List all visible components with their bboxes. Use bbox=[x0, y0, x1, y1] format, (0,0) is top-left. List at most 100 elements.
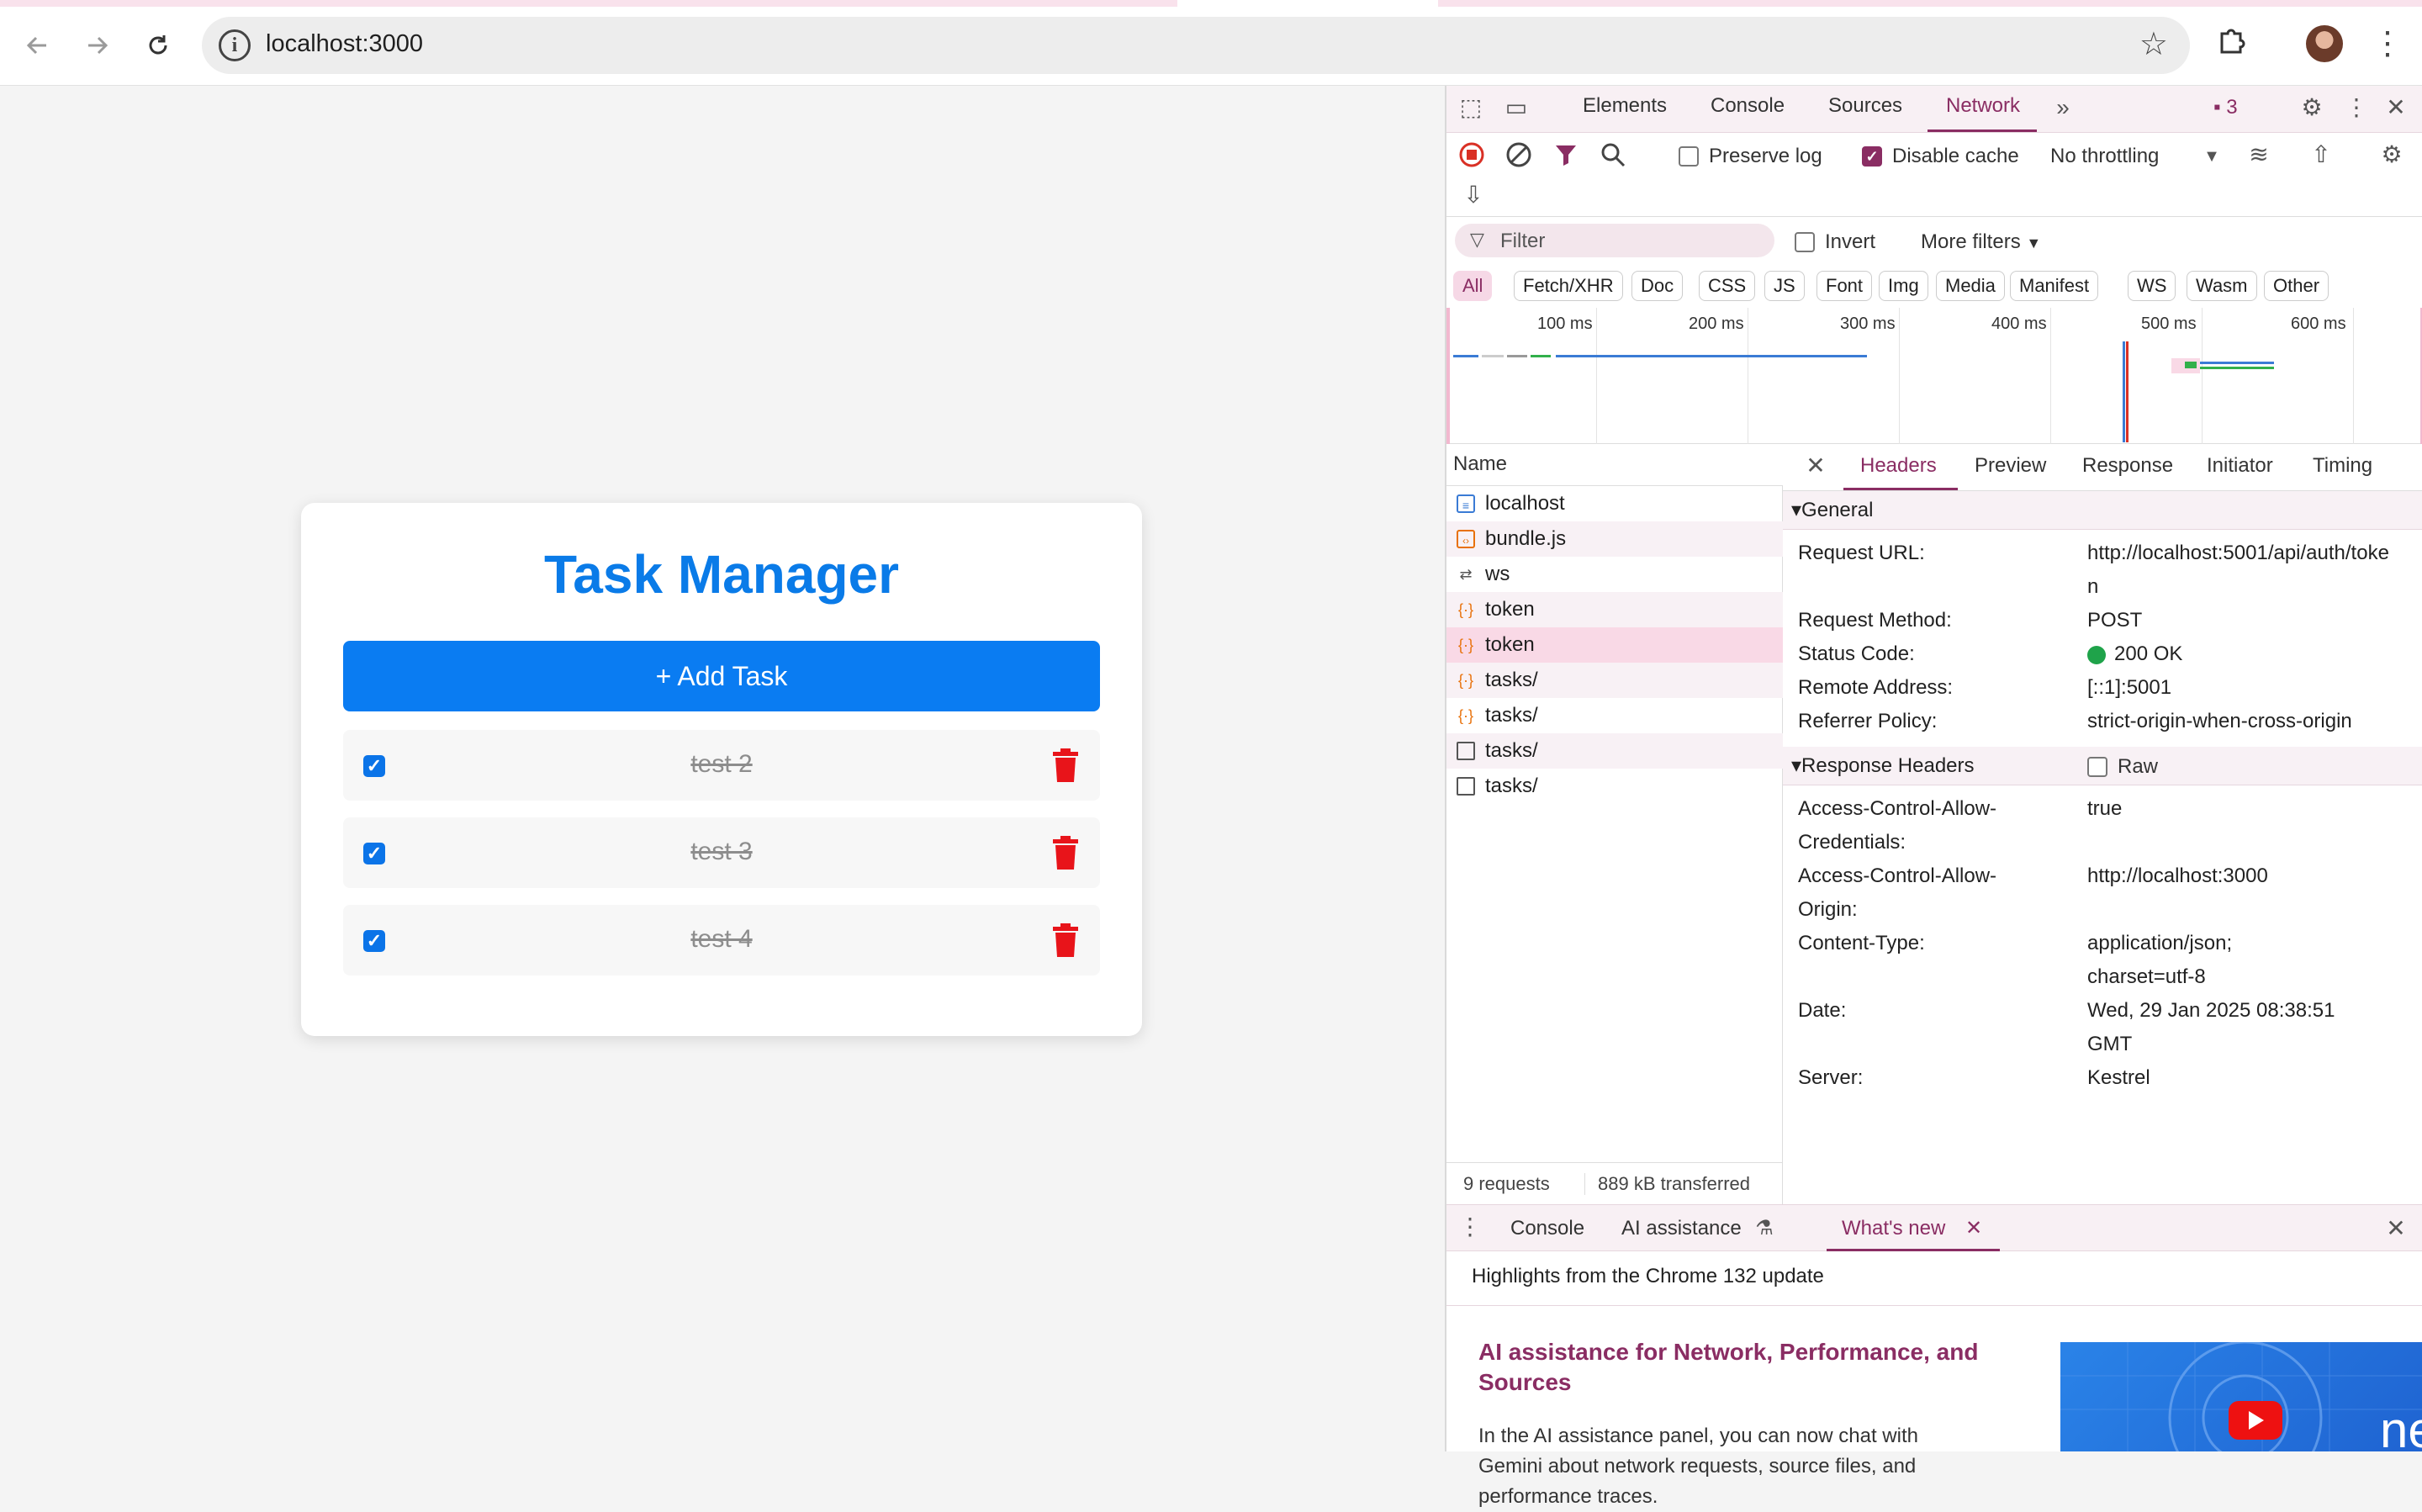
drawer-menu-icon[interactable]: ⋮ bbox=[1458, 1213, 1482, 1240]
tab-elements[interactable]: Elements bbox=[1583, 94, 1667, 118]
type-filter-manifest[interactable]: Manifest bbox=[2010, 271, 2099, 301]
tab-response[interactable]: Response bbox=[2082, 454, 2173, 478]
chevron-down-icon[interactable]: ▼ bbox=[2202, 143, 2222, 170]
site-info-icon[interactable]: i bbox=[219, 29, 251, 61]
tab-timing[interactable]: Timing bbox=[2313, 454, 2372, 478]
header-value: strict-origin-when-cross-origin bbox=[2087, 710, 2352, 732]
type-filter-media[interactable]: Media bbox=[1936, 271, 2005, 301]
disable-cache-checkbox[interactable]: ✓ bbox=[1862, 146, 1882, 167]
raw-checkbox[interactable] bbox=[2087, 757, 2107, 777]
timeline-range-handle-left[interactable] bbox=[1446, 308, 1450, 444]
tab-headers[interactable]: Headers bbox=[1860, 454, 1937, 478]
name-column-header[interactable]: Name bbox=[1453, 452, 1507, 476]
trash-icon[interactable] bbox=[1051, 923, 1080, 957]
type-filter-css[interactable]: CSS bbox=[1699, 271, 1756, 301]
close-devtools-icon[interactable]: ✕ bbox=[2382, 94, 2410, 121]
timeline-bar bbox=[2200, 362, 2274, 364]
type-filter-other[interactable]: Other bbox=[2264, 271, 2329, 301]
timeline-tick-label: 200 ms bbox=[1689, 315, 1744, 333]
address-bar[interactable]: i localhost:3000 ☆ bbox=[202, 17, 2190, 74]
network-summary: 9 requests 889 kB transferred bbox=[1446, 1162, 1783, 1204]
promo-title[interactable]: AI assistance for Network, Performance, … bbox=[1478, 1337, 1983, 1398]
header-key: Access-Control-Allow- bbox=[1798, 797, 1997, 820]
request-row[interactable]: {·} tasks/ bbox=[1446, 698, 1783, 733]
request-row[interactable]: ⇄ ws bbox=[1446, 557, 1783, 592]
drawer-tab-whats-new[interactable]: What's new bbox=[1842, 1217, 1945, 1240]
request-row[interactable]: ≡ localhost bbox=[1446, 486, 1783, 521]
invert-checkbox[interactable] bbox=[1795, 232, 1815, 252]
browser-menu-icon[interactable]: ⋮ bbox=[2372, 25, 2403, 62]
reload-button[interactable] bbox=[136, 24, 180, 67]
devtools-menu-icon[interactable]: ⋮ bbox=[2345, 94, 2368, 121]
request-row[interactable]: {·} tasks/ bbox=[1446, 663, 1783, 698]
promo-video-thumbnail[interactable]: ne bbox=[2060, 1342, 2422, 1451]
header-key: Server: bbox=[1798, 1066, 1864, 1089]
device-toolbar-icon[interactable]: ▭ bbox=[1502, 94, 1531, 121]
tab-network[interactable]: Network bbox=[1946, 94, 2020, 118]
preserve-log-checkbox[interactable] bbox=[1679, 146, 1699, 167]
thumbnail-text: ne bbox=[2380, 1402, 2422, 1451]
request-row-selected[interactable]: {·} token bbox=[1446, 627, 1783, 663]
tab-initiator[interactable]: Initiator bbox=[2207, 454, 2273, 478]
task-row: ✓ test 4 bbox=[343, 905, 1100, 975]
network-conditions-wifi-icon[interactable]: ≋ bbox=[2244, 141, 2274, 168]
request-row[interactable]: tasks/ bbox=[1446, 769, 1783, 804]
network-overview-timeline[interactable]: 100 ms 200 ms 300 ms 400 ms 500 ms 600 m… bbox=[1446, 308, 2422, 444]
import-har-icon[interactable]: ⇧ bbox=[2306, 141, 2336, 168]
request-row[interactable]: tasks/ bbox=[1446, 733, 1783, 769]
drawer-tab-ai-assistance[interactable]: AI assistance bbox=[1621, 1217, 1742, 1240]
header-value: POST bbox=[2087, 609, 2143, 632]
request-row[interactable]: ‹› bundle.js bbox=[1446, 521, 1783, 557]
general-section-header[interactable]: ▾General bbox=[1783, 491, 2422, 530]
type-filter-fetch-xhr[interactable]: Fetch/XHR bbox=[1514, 271, 1623, 301]
record-stop-icon[interactable] bbox=[1458, 141, 1485, 168]
general-title: General bbox=[1801, 499, 1874, 521]
type-filter-wasm[interactable]: Wasm bbox=[2187, 271, 2257, 301]
response-headers-title: Response Headers bbox=[1801, 754, 1975, 777]
request-row[interactable]: {·} token bbox=[1446, 592, 1783, 627]
settings-gear-icon[interactable]: ⚙ bbox=[2298, 94, 2326, 121]
type-filter-img[interactable]: Img bbox=[1879, 271, 1928, 301]
clear-icon[interactable] bbox=[1505, 141, 1532, 168]
triangle-down-icon: ▾ bbox=[1791, 754, 1802, 777]
tab-console[interactable]: Console bbox=[1711, 94, 1785, 118]
filter-funnel-icon[interactable] bbox=[1552, 141, 1579, 168]
request-name: tasks/ bbox=[1485, 775, 1538, 797]
network-settings-gear-icon[interactable]: ⚙ bbox=[2377, 141, 2407, 168]
trash-icon[interactable] bbox=[1051, 748, 1080, 782]
more-tabs-chevron-icon[interactable]: » bbox=[2049, 94, 2077, 121]
url-text[interactable]: localhost:3000 bbox=[266, 30, 423, 58]
more-filters-dropdown[interactable]: More filters ▼ bbox=[1921, 230, 2041, 254]
close-tab-icon[interactable]: ✕ bbox=[1963, 1215, 1985, 1242]
fetch-icon: {·} bbox=[1457, 637, 1474, 653]
header-key-wrap: Credentials: bbox=[1798, 831, 1906, 854]
requests-list: Name ≡ localhost ‹› bundle.js ⇄ ws {·} token… bbox=[1446, 444, 1783, 1204]
close-details-icon[interactable]: ✕ bbox=[1803, 452, 1828, 479]
type-filter-js[interactable]: JS bbox=[1764, 271, 1805, 301]
trash-icon[interactable] bbox=[1051, 836, 1080, 870]
profile-avatar[interactable] bbox=[2306, 25, 2343, 62]
forward-button[interactable] bbox=[76, 24, 119, 67]
close-drawer-icon[interactable]: ✕ bbox=[2382, 1215, 2410, 1242]
filter-input[interactable]: ▽ Filter bbox=[1455, 224, 1774, 257]
search-icon[interactable] bbox=[1600, 141, 1626, 168]
add-task-button[interactable]: + Add Task bbox=[343, 641, 1100, 711]
timeline-gridline bbox=[1596, 308, 1597, 444]
export-har-icon[interactable]: ⇩ bbox=[1458, 182, 1489, 209]
bookmark-star-icon[interactable]: ☆ bbox=[2139, 25, 2168, 63]
inspect-element-icon[interactable]: ⬚ bbox=[1457, 94, 1485, 121]
issues-badge[interactable]: ▪ 3 bbox=[2213, 96, 2238, 119]
type-filter-ws[interactable]: WS bbox=[2128, 271, 2176, 301]
type-filter-all[interactable]: All bbox=[1453, 271, 1493, 301]
blank-icon bbox=[1457, 777, 1475, 796]
header-key-wrap: Origin: bbox=[1798, 898, 1858, 921]
back-button[interactable] bbox=[15, 24, 59, 67]
type-filter-font[interactable]: Font bbox=[1816, 271, 1873, 301]
extensions-puzzle-icon[interactable] bbox=[2213, 25, 2250, 62]
tab-preview[interactable]: Preview bbox=[1975, 454, 2046, 478]
type-filter-doc[interactable]: Doc bbox=[1631, 271, 1684, 301]
throttling-select[interactable]: No throttling bbox=[2050, 145, 2159, 168]
drawer-tab-console[interactable]: Console bbox=[1510, 1217, 1584, 1240]
network-toolbar: Preserve log ✓ Disable cache No throttli… bbox=[1446, 133, 2422, 217]
tab-sources[interactable]: Sources bbox=[1828, 94, 1902, 118]
